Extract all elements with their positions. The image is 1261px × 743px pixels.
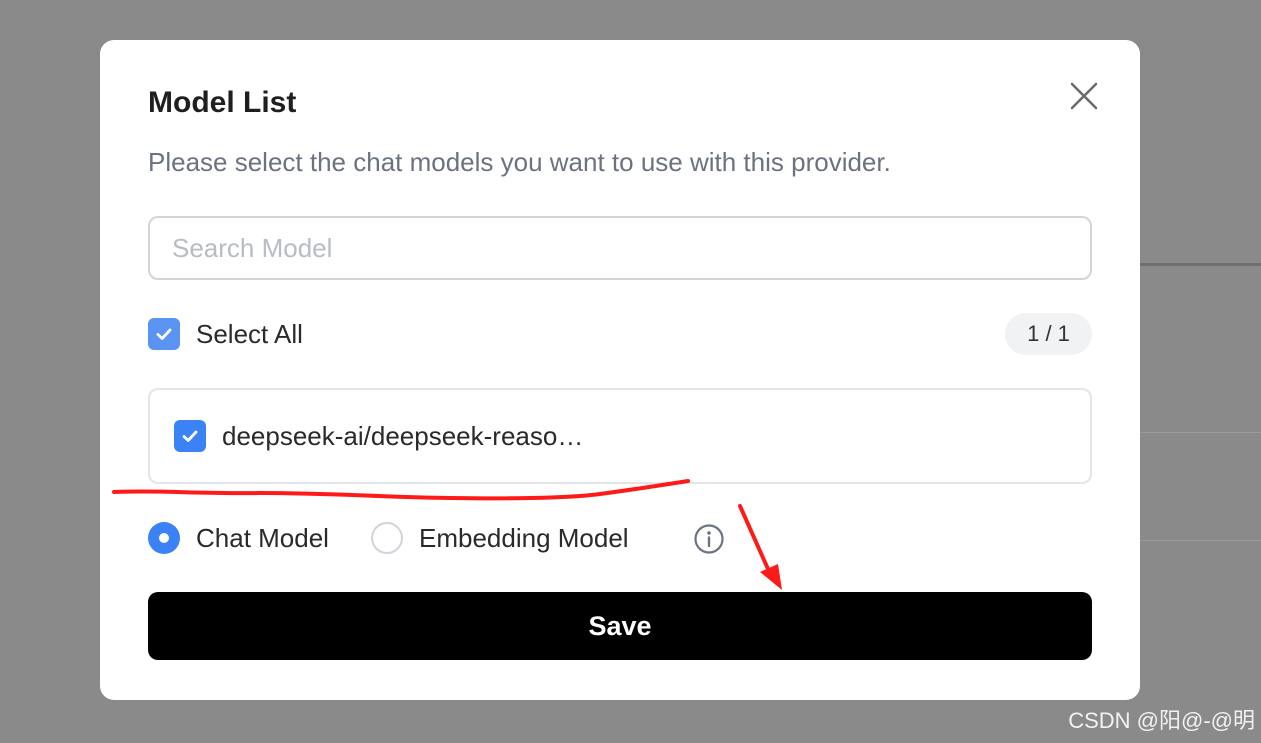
background-divider [1140,432,1261,433]
watermark: CSDN @阳@-@明 [1068,708,1255,733]
dialog-subtitle: Please select the chat models you want t… [148,147,891,177]
info-icon[interactable] [693,523,725,555]
close-icon[interactable] [1066,78,1102,114]
embedding-model-label[interactable]: Embedding Model [419,523,629,554]
background-divider [1140,263,1261,266]
select-all-checkbox[interactable] [148,318,180,350]
embedding-model-radio[interactable] [371,522,403,554]
search-input[interactable] [148,216,1092,280]
background-divider [1140,540,1261,541]
save-button[interactable]: Save [148,592,1092,660]
model-checkbox[interactable] [174,420,206,452]
dialog-title: Model List [148,86,297,119]
chat-model-radio[interactable] [148,522,180,554]
select-all-label: Select All [196,319,303,349]
model-list-dialog: Model List Please select the chat models… [100,40,1140,700]
selected-count-badge: 1 / 1 [1005,313,1092,355]
check-icon [182,430,198,442]
model-name-label: deepseek-ai/deepseek-reaso… [222,421,584,451]
chat-model-label[interactable]: Chat Model [196,523,329,554]
check-icon [156,328,172,340]
